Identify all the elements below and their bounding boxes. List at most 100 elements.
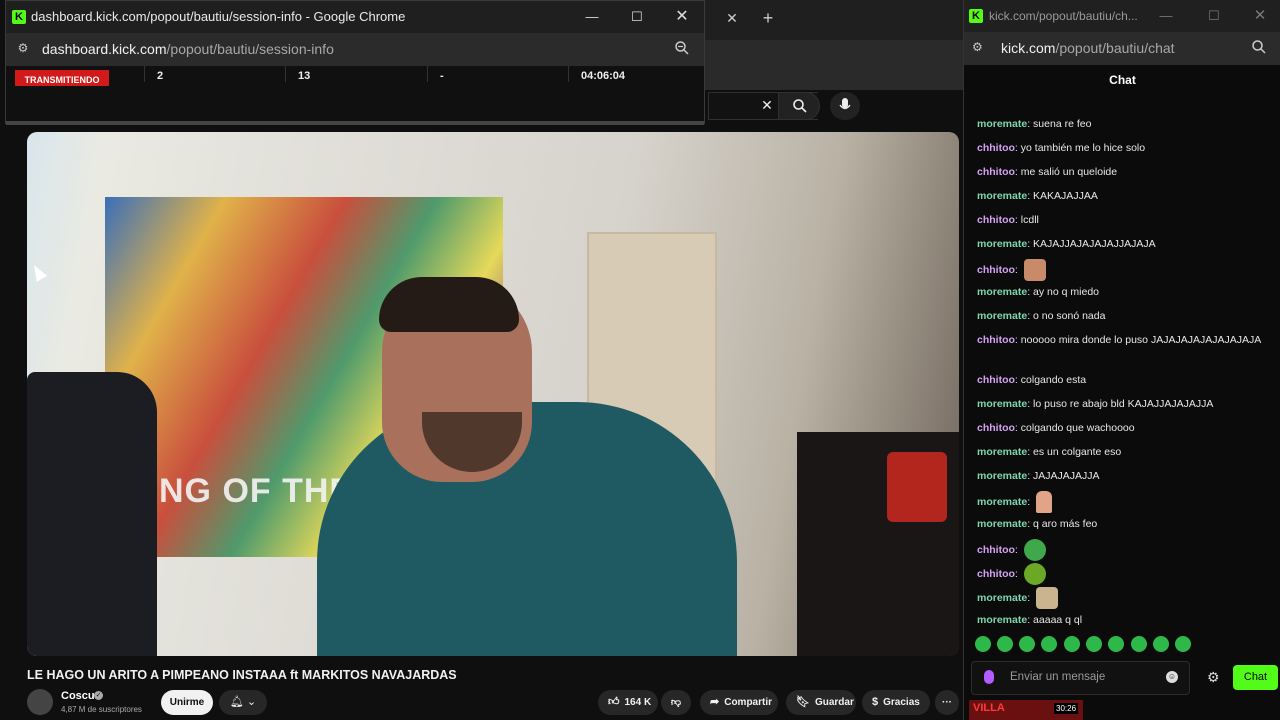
thumbs-down-icon: 👎︎ — [670, 697, 682, 708]
gear-icon[interactable]: ⚙ — [1207, 669, 1220, 686]
close-button[interactable]: ✕ — [1250, 6, 1270, 26]
hand-emote-icon — [1036, 491, 1053, 513]
close-button[interactable]: ✕ — [672, 7, 692, 27]
share-label: Compartir — [724, 697, 773, 708]
chat-username[interactable]: chhitoo — [977, 142, 1015, 154]
channel-name[interactable]: Coscu — [61, 690, 95, 702]
chat-username[interactable]: moremate — [977, 470, 1027, 482]
voice-search-button[interactable] — [830, 92, 860, 120]
chat-username[interactable]: chhitoo — [977, 544, 1015, 556]
zoom-icon[interactable] — [1251, 39, 1267, 58]
quick-emote[interactable] — [975, 636, 991, 652]
kick-logo-icon: K — [969, 9, 983, 23]
kick-logo-icon: K — [12, 10, 26, 24]
chat-message: moremate: — [977, 587, 1272, 609]
quick-emote[interactable] — [1108, 636, 1124, 652]
chat-text: KAKAJAJJAA — [1033, 190, 1098, 202]
search-clear-icon[interactable]: ✕ — [758, 96, 776, 114]
chat-username[interactable]: moremate — [977, 496, 1027, 508]
save-button[interactable]: 🔖︎ Guardar — [786, 690, 856, 715]
chat-username[interactable]: moremate — [977, 614, 1027, 625]
chat-text: ay no q miedo — [1033, 286, 1100, 298]
chat-username[interactable]: chhitoo — [977, 264, 1015, 276]
video-person-hair — [379, 277, 519, 332]
more-actions-button[interactable]: ··· — [935, 690, 959, 715]
thumbnail-duration: 30:26 — [1054, 703, 1079, 714]
chat-separator: : — [1027, 591, 1034, 604]
site-settings-icon[interactable]: ⚙ — [15, 41, 31, 57]
chat-message-list[interactable]: moremate: suena re feo chhitoo: yo tambié… — [964, 95, 1280, 625]
chat-username[interactable]: moremate — [977, 238, 1027, 250]
video-player[interactable]: KING OF THE — [27, 132, 959, 656]
chat-username[interactable]: moremate — [977, 190, 1027, 202]
chat-username[interactable]: chhitoo — [977, 334, 1015, 346]
new-tab-icon[interactable]: + — [760, 8, 776, 28]
site-settings-icon[interactable]: ⚙ — [972, 40, 983, 54]
chat-text: KAJAJJAJAJAJAJJAJAJA — [1033, 238, 1156, 250]
chat-username[interactable]: moremate — [977, 286, 1027, 298]
share-icon: ➦ — [710, 696, 720, 708]
dislike-button[interactable]: 👎︎ — [661, 690, 691, 715]
quick-emote-bar — [973, 636, 1273, 654]
chat-text: suena re feo — [1033, 118, 1092, 130]
chat-username[interactable]: moremate — [977, 592, 1027, 604]
chat-username[interactable]: chhitoo — [977, 568, 1015, 580]
chat-username[interactable]: moremate — [977, 118, 1027, 130]
chat-message: chhitoo: colgando esta — [977, 372, 1272, 388]
quick-emote[interactable] — [1153, 636, 1169, 652]
like-button[interactable]: 👍︎ 164 K — [598, 690, 658, 715]
chat-message: moremate: — [977, 491, 1272, 513]
tab-close-icon[interactable]: ✕ — [724, 10, 740, 28]
chat-username[interactable]: chhitoo — [977, 214, 1015, 226]
mic-icon[interactable] — [984, 670, 994, 684]
maximize-button[interactable]: ☐ — [627, 7, 647, 27]
quick-emote[interactable] — [1019, 636, 1035, 652]
chat-username[interactable]: chhitoo — [977, 166, 1015, 178]
channel-avatar[interactable] — [27, 689, 53, 715]
quick-emote[interactable] — [1175, 636, 1191, 652]
quick-emote[interactable] — [1041, 636, 1057, 652]
box-emote-icon — [1036, 587, 1059, 609]
background-tab-strip — [705, 0, 965, 40]
chat-username[interactable]: chhitoo — [977, 422, 1015, 434]
notification-bell-button[interactable]: 🔔︎ ⌄ — [219, 690, 267, 715]
quick-emote[interactable] — [1131, 636, 1147, 652]
quick-emote[interactable] — [1064, 636, 1080, 652]
share-button[interactable]: ➦ Compartir — [700, 690, 778, 715]
chat-message: moremate: ay no q miedo — [977, 284, 1272, 300]
chat-username[interactable]: moremate — [977, 446, 1027, 458]
chat-message: chhitoo: nooooo mira donde lo puso JAJAJ… — [977, 332, 1272, 348]
search-button[interactable] — [778, 92, 820, 120]
search-icon — [793, 99, 807, 113]
horizontal-scrollbar[interactable] — [6, 121, 704, 125]
minimize-button[interactable]: — — [1156, 6, 1176, 26]
zoom-icon[interactable] — [673, 40, 691, 58]
chat-username[interactable]: moremate — [977, 398, 1027, 410]
chat-username[interactable]: moremate — [977, 518, 1027, 530]
chat-message: chhitoo: — [977, 259, 1272, 281]
stat-value: 2 — [157, 70, 164, 82]
minimize-button[interactable]: — — [582, 7, 602, 27]
chat-text: me salió un queloide — [1020, 166, 1118, 178]
chat-username[interactable]: chhitoo — [977, 374, 1015, 386]
emoji-icon[interactable]: ☺ — [1166, 671, 1178, 683]
mini-video-thumbnail[interactable]: VILLA 30:26 — [969, 700, 1083, 720]
chat-message: chhitoo: — [977, 539, 1272, 561]
quick-emote[interactable] — [997, 636, 1013, 652]
column-divider — [427, 66, 428, 82]
chat-text: es un colgante eso — [1033, 446, 1122, 458]
chat-send-button[interactable]: Chat — [1233, 665, 1278, 690]
maximize-button[interactable]: ☐ — [1204, 6, 1224, 26]
address-url[interactable]: dashboard.kick.com/popout/bautiu/session… — [42, 41, 334, 57]
chat-message: chhitoo: me salió un queloide — [977, 164, 1272, 180]
session-stats-row: TRANSMITIENDO 2 13 - 04:06:04 — [6, 66, 704, 123]
chat-username[interactable]: moremate — [977, 310, 1027, 322]
thanks-button[interactable]: $ Gracias — [862, 690, 930, 715]
chat-text: nooooo mira donde lo puso JAJAJAJAJAJAJA… — [1020, 334, 1262, 346]
chat-address-url[interactable]: kick.com/popout/bautiu/chat — [1001, 40, 1175, 56]
quick-emote[interactable] — [1086, 636, 1102, 652]
chat-separator: : — [1014, 567, 1021, 580]
join-button[interactable]: Unirme — [161, 690, 213, 715]
chat-message: chhitoo: lcdll — [977, 212, 1272, 228]
thumbs-up-icon: 👍︎ — [608, 696, 620, 708]
